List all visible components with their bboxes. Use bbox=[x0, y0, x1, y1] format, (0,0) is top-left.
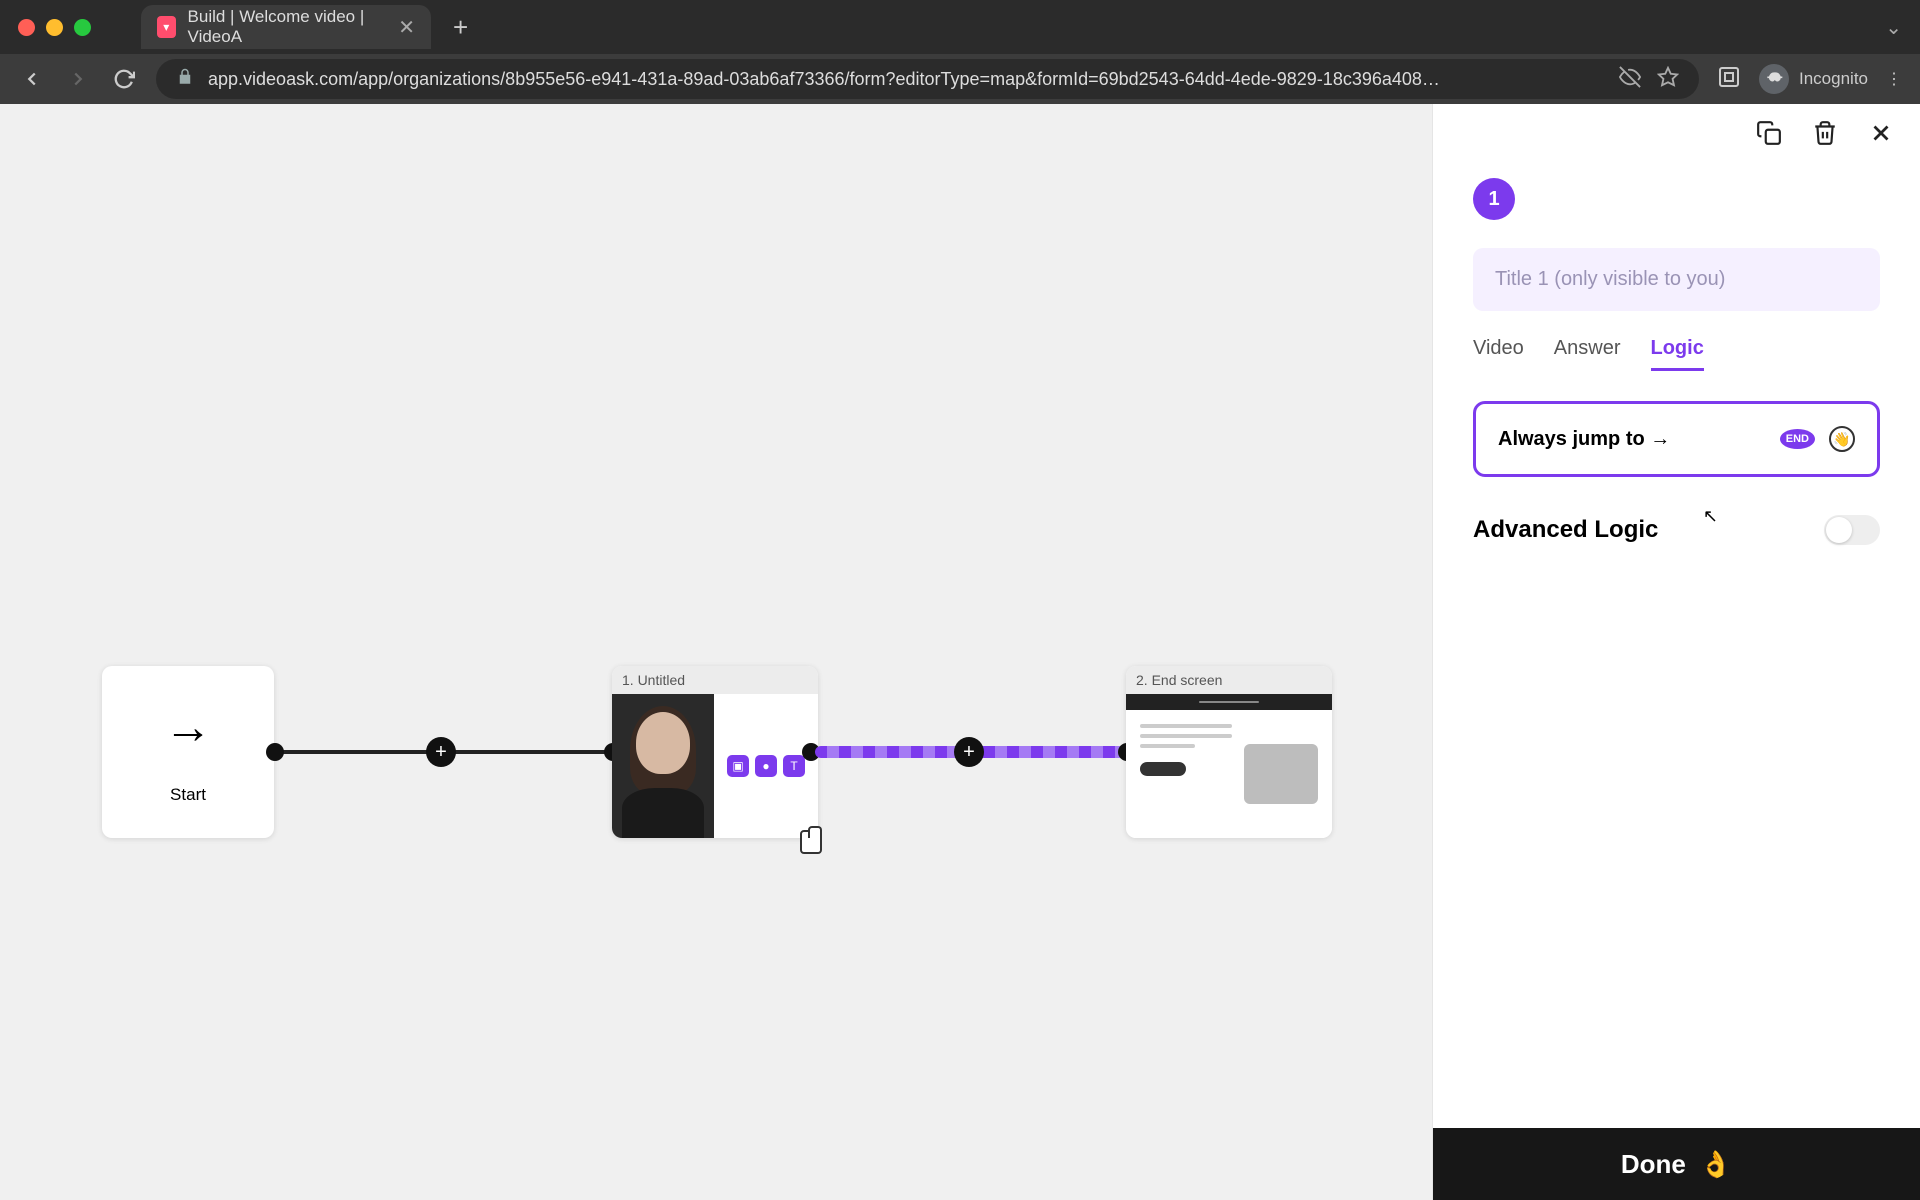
eye-off-icon[interactable] bbox=[1619, 66, 1641, 93]
add-step-button[interactable]: + bbox=[954, 737, 984, 767]
step-number-badge: 1 bbox=[1473, 178, 1515, 220]
incognito-badge[interactable]: Incognito bbox=[1759, 64, 1868, 94]
panel-header bbox=[1433, 104, 1920, 168]
advanced-logic-row: Advanced Logic bbox=[1473, 515, 1880, 545]
maximize-window-button[interactable] bbox=[74, 19, 91, 36]
window-controls bbox=[18, 19, 91, 36]
right-panel: 1 Title 1 (only visible to you) Video An… bbox=[1432, 104, 1920, 1200]
answer-type-badge-icon bbox=[800, 830, 822, 854]
step-node-1[interactable]: 1. Untitled ▣ ● T bbox=[612, 666, 818, 838]
new-tab-button[interactable]: + bbox=[453, 12, 468, 43]
back-button[interactable] bbox=[18, 65, 46, 93]
reload-button[interactable] bbox=[110, 65, 138, 93]
minimize-window-button[interactable] bbox=[46, 19, 63, 36]
answer-types: ▣ ● T bbox=[714, 694, 818, 838]
browser-chrome: ▾ Build | Welcome video | VideoA ✕ + ⌄ a… bbox=[0, 0, 1920, 104]
close-tab-icon[interactable]: ✕ bbox=[398, 15, 415, 40]
end-top-bar bbox=[1126, 694, 1332, 710]
end-preview bbox=[1126, 710, 1332, 838]
address-bar-row: app.videoask.com/app/organizations/8b955… bbox=[0, 54, 1920, 104]
end-screen-node[interactable]: 2. End screen bbox=[1126, 666, 1332, 838]
start-node[interactable]: → Start bbox=[102, 666, 274, 838]
delete-icon[interactable] bbox=[1812, 120, 1838, 153]
titlebar: ▾ Build | Welcome video | VideoA ✕ + ⌄ bbox=[0, 0, 1920, 54]
lock-icon bbox=[176, 68, 194, 91]
tab-logic[interactable]: Logic bbox=[1651, 337, 1704, 371]
extensions-icon[interactable] bbox=[1717, 65, 1741, 94]
address-bar[interactable]: app.videoask.com/app/organizations/8b955… bbox=[156, 59, 1699, 99]
incognito-icon bbox=[1759, 64, 1789, 94]
star-icon[interactable] bbox=[1657, 66, 1679, 93]
advanced-logic-toggle[interactable] bbox=[1824, 515, 1880, 545]
panel-tabs: Video Answer Logic bbox=[1473, 337, 1880, 371]
duplicate-icon[interactable] bbox=[1756, 120, 1782, 153]
close-window-button[interactable] bbox=[18, 19, 35, 36]
video-answer-icon: ▣ bbox=[727, 755, 749, 777]
incognito-label: Incognito bbox=[1799, 69, 1868, 89]
ok-hand-icon: 👌 bbox=[1700, 1149, 1732, 1180]
app-body: → Start + 1. Untitled ▣ ● T + bbox=[0, 104, 1920, 1200]
end-chip: END bbox=[1780, 429, 1815, 449]
menu-icon[interactable]: ⋮ bbox=[1886, 69, 1902, 89]
tabs-dropdown-icon[interactable]: ⌄ bbox=[1885, 15, 1902, 40]
title-input[interactable]: Title 1 (only visible to you) bbox=[1473, 248, 1880, 311]
connector-dot bbox=[266, 743, 284, 761]
forward-button[interactable] bbox=[64, 65, 92, 93]
always-jump-label: Always jump to → bbox=[1498, 428, 1670, 451]
start-label: Start bbox=[170, 785, 206, 805]
goodbye-icon: 👋 bbox=[1829, 426, 1855, 452]
favicon-icon: ▾ bbox=[157, 16, 176, 38]
advanced-logic-label: Advanced Logic bbox=[1473, 516, 1658, 544]
tab-answer[interactable]: Answer bbox=[1554, 337, 1621, 371]
add-step-button[interactable]: + bbox=[426, 737, 456, 767]
always-jump-card[interactable]: Always jump to → END 👋 bbox=[1473, 401, 1880, 477]
flow-canvas[interactable]: → Start + 1. Untitled ▣ ● T + bbox=[0, 104, 1432, 1200]
tab-title: Build | Welcome video | VideoA bbox=[188, 7, 387, 47]
tab-video[interactable]: Video bbox=[1473, 337, 1524, 371]
video-thumbnail bbox=[612, 694, 714, 838]
done-button[interactable]: Done 👌 bbox=[1433, 1128, 1920, 1200]
browser-tab[interactable]: ▾ Build | Welcome video | VideoA ✕ bbox=[141, 5, 431, 49]
step-title: 1. Untitled bbox=[612, 666, 818, 694]
done-label: Done bbox=[1621, 1149, 1686, 1180]
close-panel-icon[interactable] bbox=[1868, 120, 1894, 153]
text-answer-icon: T bbox=[783, 755, 805, 777]
step-title: 2. End screen bbox=[1126, 666, 1332, 694]
url-text: app.videoask.com/app/organizations/8b955… bbox=[208, 69, 1440, 90]
arrow-right-icon: → bbox=[164, 700, 212, 755]
audio-answer-icon: ● bbox=[755, 755, 777, 777]
